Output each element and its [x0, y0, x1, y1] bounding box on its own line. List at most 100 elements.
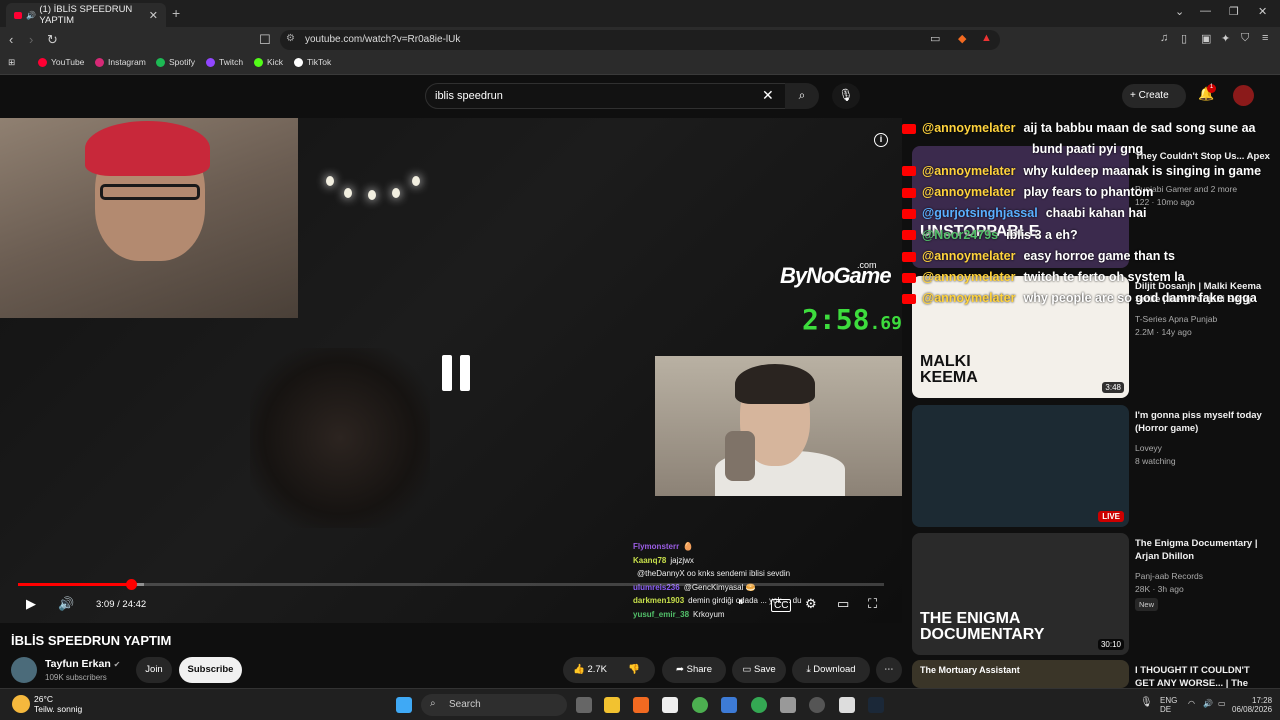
- docs-icon[interactable]: [721, 697, 737, 713]
- forward-icon[interactable]: ›: [29, 32, 33, 47]
- progress-scrubber[interactable]: [125, 579, 137, 590]
- store-icon[interactable]: [662, 697, 678, 713]
- twitch-chat-user: darkmen1903: [633, 596, 685, 605]
- file-explorer-icon[interactable]: [604, 697, 620, 713]
- play-icon[interactable]: ▶: [26, 596, 36, 612]
- bookmark-twitch[interactable]: Twitch: [206, 57, 243, 67]
- leo-icon[interactable]: ✦: [1221, 32, 1230, 45]
- bookmark-icon[interactable]: ☐: [259, 32, 271, 48]
- overlay-chat-text: aij ta babbu maan de sad song sune aa: [1023, 121, 1256, 135]
- wifi-icon[interactable]: ◠: [1188, 699, 1195, 708]
- volume-tray-icon[interactable]: 🔊: [1203, 699, 1213, 708]
- mic-tray-icon[interactable]: 🎙: [1140, 698, 1153, 708]
- obs-icon[interactable]: [809, 697, 825, 713]
- volume-icon[interactable]: 🔊: [58, 596, 74, 612]
- reload-icon[interactable]: ↻: [47, 32, 58, 48]
- menu-icon[interactable]: ≡: [1262, 32, 1268, 44]
- search-button[interactable]: ⌕: [785, 83, 819, 109]
- wallet-icon[interactable]: ▣: [1201, 32, 1211, 45]
- theater-mode-icon[interactable]: ▭: [837, 596, 849, 612]
- search-input[interactable]: iblis speedrun: [425, 83, 790, 109]
- new-tab-button[interactable]: +: [172, 5, 180, 21]
- clear-search-icon[interactable]: ✕: [762, 87, 774, 104]
- taskbar-search[interactable]: ⌕ Search: [421, 694, 567, 716]
- brave-shield-icon[interactable]: ◆: [958, 32, 966, 45]
- dislike-button[interactable]: 👎: [628, 664, 640, 675]
- clock[interactable]: 17:28 06/08/2026: [1232, 696, 1272, 714]
- video-thumbnail[interactable]: LIVE: [912, 405, 1129, 527]
- battery-icon[interactable]: ▭: [1218, 699, 1226, 708]
- minimize-button[interactable]: —: [1200, 5, 1211, 17]
- channel-avatar[interactable]: [11, 657, 37, 683]
- join-button[interactable]: Join: [136, 657, 172, 683]
- recommendation-channel[interactable]: Loveyy: [1135, 443, 1162, 453]
- weather-icon[interactable]: [12, 695, 30, 713]
- weather-widget[interactable]: 26°C Teilw. sonnig: [34, 694, 82, 714]
- youtube-icon: [902, 230, 916, 241]
- media-icon[interactable]: ♫: [1160, 32, 1168, 44]
- recommendation-channel[interactable]: Panj-aab Records: [1135, 571, 1203, 581]
- cast-icon[interactable]: ▭: [930, 32, 940, 45]
- autoplay-toggle-icon[interactable]: ⏸: [738, 596, 744, 609]
- tab-title: (1) İBLİS SPEEDRUN YAPTIM: [39, 4, 133, 26]
- tab-search-icon[interactable]: ⌄: [1175, 5, 1184, 18]
- brave-rewards-icon[interactable]: ▲: [981, 32, 992, 44]
- overlay-chat-message: @gurjotsinghjassal chaabi kahan hai: [902, 206, 1146, 220]
- video-thumbnail[interactable]: THE ENIGMA DOCUMENTARY 30:10: [912, 533, 1129, 655]
- bookmark-instagram[interactable]: Instagram: [95, 57, 146, 67]
- start-icon[interactable]: [396, 697, 412, 713]
- subtitles-icon[interactable]: CC: [771, 599, 792, 612]
- share-button[interactable]: ➦ Share: [662, 657, 726, 683]
- bookmark-tiktok[interactable]: TikTok: [294, 57, 331, 67]
- url-field[interactable]: ⚙ youtube.com/watch?v=Rr0a8ie-lUk: [280, 30, 1000, 50]
- new-badge: New: [1135, 598, 1159, 611]
- maximize-button[interactable]: ❐: [1229, 5, 1239, 18]
- brave-icon[interactable]: [633, 697, 649, 713]
- twitch-chat-message: Kaanq78 jajzjwx: [633, 554, 802, 568]
- thumbs-up-icon: 👍: [573, 664, 588, 675]
- create-button[interactable]: + Create: [1122, 84, 1186, 108]
- sidebar-icon[interactable]: ▯: [1181, 32, 1187, 45]
- recommendation-title[interactable]: I'm gonna piss myself today (Horror game…: [1135, 409, 1270, 435]
- capture-icon[interactable]: [839, 697, 855, 713]
- chrome-dev-icon[interactable]: [751, 697, 767, 713]
- bookmark-label: Instagram: [108, 57, 146, 67]
- bookmark-spotify[interactable]: Spotify: [156, 57, 195, 67]
- more-actions-button[interactable]: ⋯: [876, 657, 902, 683]
- video-player[interactable]: ByNoGame .com 2:58.69 i Flymonsterr 🥚 Kaan…: [0, 118, 902, 623]
- channel-name[interactable]: Tayfun Erkan ✔: [45, 658, 120, 670]
- bookmark-kick[interactable]: Kick: [254, 57, 283, 67]
- close-window-button[interactable]: ✕: [1258, 5, 1267, 18]
- settings-icon[interactable]: ⚙: [805, 596, 817, 612]
- pause-icon[interactable]: [442, 355, 472, 391]
- apps-icon[interactable]: ⊞: [8, 57, 15, 68]
- save-button[interactable]: ▭ Save: [732, 657, 786, 683]
- site-info-icon[interactable]: ⚙: [286, 33, 295, 44]
- overlay-chat-message: bund paati pyi gng: [902, 142, 1143, 156]
- like-button[interactable]: 👍 2.7K 👎: [563, 657, 655, 683]
- progress-bar[interactable]: [18, 579, 884, 590]
- info-icon[interactable]: i: [874, 133, 888, 147]
- youtube-icon: [902, 251, 916, 262]
- video-thumbnail[interactable]: The Mortuary Assistant: [912, 660, 1129, 688]
- chrome-icon[interactable]: [692, 697, 708, 713]
- vpn-icon[interactable]: ⛉: [1241, 32, 1249, 45]
- bookmark-youtube[interactable]: YouTube: [38, 57, 84, 67]
- app-icon[interactable]: [780, 697, 796, 713]
- lang: ENG: [1160, 696, 1178, 705]
- fullscreen-icon[interactable]: ⛶: [868, 596, 877, 612]
- voice-search-button[interactable]: 🎙: [832, 83, 860, 109]
- language-indicator[interactable]: ENG DE: [1160, 696, 1177, 714]
- back-icon[interactable]: ‹: [9, 32, 13, 47]
- account-avatar[interactable]: [1233, 85, 1254, 106]
- bookmark-label: TikTok: [307, 57, 332, 67]
- browser-tab[interactable]: 🔊 (1) İBLİS SPEEDRUN YAPTIM ✕: [6, 3, 166, 27]
- download-button[interactable]: ⤓ Download: [792, 657, 870, 683]
- recommendation-title[interactable]: The Enigma Documentary | Arjan Dhillon: [1135, 537, 1270, 563]
- streamer-webcam: [0, 118, 298, 318]
- close-tab-icon[interactable]: ✕: [149, 9, 158, 22]
- task-view-icon[interactable]: [576, 697, 592, 713]
- overlay-chat-message: @annoymelater easy horroe game than ts: [902, 249, 1175, 263]
- steam-icon[interactable]: [868, 697, 884, 713]
- subscribe-button[interactable]: Subscribe: [179, 657, 242, 683]
